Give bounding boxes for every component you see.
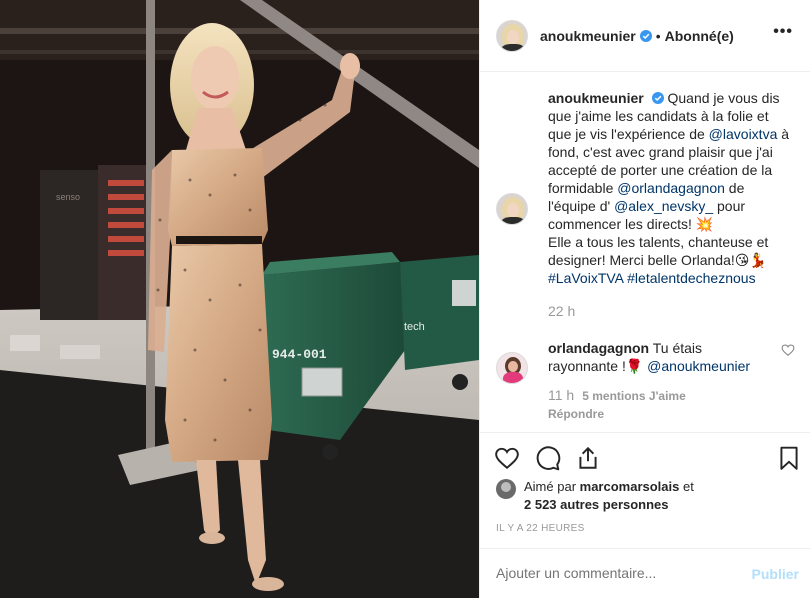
comment-icon[interactable] bbox=[535, 445, 561, 471]
comment-time[interactable]: 11 h bbox=[548, 387, 574, 403]
likes-prefix: Aimé par bbox=[524, 479, 580, 494]
comment-text: orlandagagnon Tu étais rayonnante !🌹 @an… bbox=[548, 339, 795, 375]
heart-icon[interactable] bbox=[494, 445, 520, 471]
add-comment-bar: Publier bbox=[480, 548, 810, 598]
likes-and: et bbox=[679, 479, 694, 494]
caption-avatar[interactable] bbox=[496, 193, 528, 225]
liker-avatar[interactable] bbox=[496, 479, 516, 499]
post-header: anoukmeunier • Abonné(e) ••• bbox=[480, 0, 810, 72]
case-label: 944-001 bbox=[272, 347, 327, 362]
publish-button[interactable]: Publier bbox=[752, 566, 799, 582]
likes-others-link[interactable]: 2 523 autres personnes bbox=[524, 497, 669, 512]
mention-link[interactable]: @orlandagagnon bbox=[617, 180, 725, 196]
caption-username[interactable]: anoukmeunier bbox=[548, 90, 644, 106]
mention-link[interactable]: @alex_nevsky_ bbox=[614, 198, 713, 214]
comment-item: orlandagagnon Tu étais rayonnante !🌹 @an… bbox=[496, 339, 795, 421]
caption-text: anoukmeunier Quand je vous dis que j'aim… bbox=[548, 89, 795, 287]
comment-meta: 11 h 5 mentions J'aime bbox=[548, 387, 795, 403]
likes-summary: Aimé par marcomarsolais et 2 523 autres … bbox=[496, 478, 796, 514]
more-options-icon[interactable]: ••• bbox=[773, 24, 793, 40]
verified-badge-icon bbox=[651, 92, 664, 104]
comment-like-heart-icon[interactable] bbox=[781, 343, 795, 357]
follow-status-button[interactable]: Abonné(e) bbox=[665, 28, 734, 44]
case-label-2: tech bbox=[404, 321, 425, 333]
commenter-avatar[interactable] bbox=[496, 352, 528, 384]
bookmark-icon[interactable] bbox=[776, 445, 802, 471]
mention-link[interactable]: @anoukmeunier bbox=[647, 358, 750, 374]
caption: anoukmeunier Quand je vous dis que j'aim… bbox=[496, 89, 795, 319]
author-avatar[interactable] bbox=[496, 19, 528, 52]
comment-likes[interactable]: 5 mentions J'aime bbox=[582, 389, 686, 403]
verified-badge-icon bbox=[639, 29, 652, 42]
photo-scene: senso 944-001 tech bbox=[0, 0, 479, 598]
rack-label: senso bbox=[56, 192, 80, 202]
comment-input[interactable] bbox=[496, 565, 736, 581]
mention-link[interactable]: @lavoixtva bbox=[709, 126, 778, 142]
hashtag-link[interactable]: #LaVoixTVA bbox=[548, 270, 623, 286]
caption-time[interactable]: 22 h bbox=[548, 303, 795, 319]
header-separator: • bbox=[655, 27, 661, 44]
post-timestamp[interactable]: Il y a 22 heures bbox=[496, 523, 585, 534]
liker-username[interactable]: marcomarsolais bbox=[580, 479, 680, 494]
comments-list[interactable]: anoukmeunier Quand je vous dis que j'aim… bbox=[480, 73, 810, 432]
hashtag-link[interactable]: #letalentdecheznous bbox=[627, 270, 755, 286]
action-bar bbox=[480, 432, 810, 482]
post-side-panel: anoukmeunier • Abonné(e) ••• anoukmeunie… bbox=[479, 0, 810, 598]
commenter-username[interactable]: orlandagagnon bbox=[548, 340, 649, 356]
post-photo[interactable]: senso 944-001 tech bbox=[0, 0, 479, 598]
caption-text-part: Elle a tous les talents, chanteuse et de… bbox=[548, 234, 769, 268]
share-icon[interactable] bbox=[575, 445, 601, 471]
author-username[interactable]: anoukmeunier bbox=[540, 28, 636, 44]
reply-button[interactable]: Répondre bbox=[548, 407, 795, 421]
likes-text: Aimé par marcomarsolais et 2 523 autres … bbox=[524, 478, 694, 514]
